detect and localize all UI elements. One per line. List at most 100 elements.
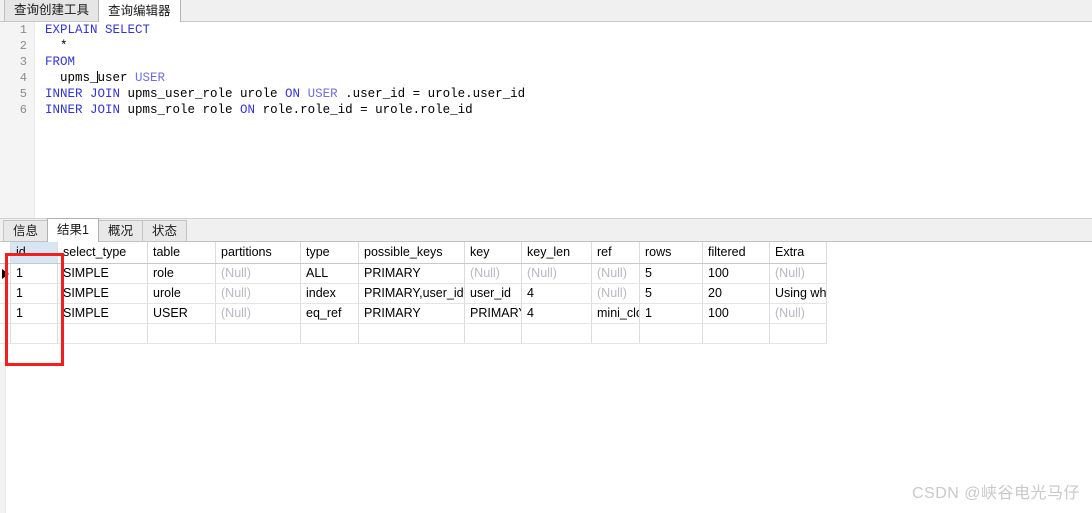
left-rail (0, 362, 6, 513)
editor-tab-bar: 查询创建工具 查询编辑器 (0, 0, 1092, 22)
cell-ref[interactable]: mini_clouds.urole.user_id (591, 303, 640, 324)
cell-empty (300, 323, 359, 344)
editor-tab-1[interactable]: 查询编辑器 (98, 0, 181, 22)
cell-empty (147, 323, 216, 344)
column-header-Extra[interactable]: Extra (769, 242, 827, 264)
sql-token: INNER JOIN (45, 103, 121, 117)
table-header: id select_type table partitions type possible… (0, 242, 827, 264)
column-header-partitions[interactable]: partitions (215, 242, 301, 264)
cell-rows[interactable]: 5 (639, 283, 703, 304)
lower-empty-pane: CSDN @峡谷电光马仔 (0, 362, 1092, 513)
cell-table[interactable]: USER (147, 303, 216, 324)
cell-Extra[interactable]: Using where (769, 283, 827, 304)
line-number: 2 (19, 39, 27, 53)
cell-empty (10, 323, 58, 344)
column-header-select_type[interactable]: select_type (57, 242, 148, 264)
sql-token: ON (285, 87, 301, 101)
sql-token: .user_id = urole.user_id (337, 87, 526, 101)
cell-id[interactable]: 1 (10, 283, 58, 304)
cell-id[interactable]: 1 (10, 303, 58, 324)
cell-key_len[interactable]: 4 (521, 303, 592, 324)
result-tab-3[interactable]: 状态 (141, 220, 187, 241)
result-grid-container[interactable]: id select_type table partitions type possible… (0, 242, 1092, 362)
header-row: id select_type table partitions type possible… (0, 242, 827, 264)
sql-token: FROM (45, 55, 76, 69)
cell-table[interactable]: urole (147, 283, 216, 304)
cell-empty (215, 323, 301, 344)
cell-rows[interactable]: 1 (639, 303, 703, 324)
cell-select_type[interactable]: SIMPLE (57, 263, 148, 284)
row-marker-header (0, 242, 11, 264)
cell-ref[interactable]: (Null) (591, 283, 640, 304)
column-header-ref[interactable]: ref (591, 242, 640, 264)
cell-key_len[interactable]: 4 (521, 283, 592, 304)
column-header-rows[interactable]: rows (639, 242, 703, 264)
editor-tab-0[interactable]: 查询创建工具 (4, 0, 100, 21)
cell-partitions[interactable]: (Null) (215, 283, 301, 304)
cell-key[interactable]: (Null) (464, 263, 522, 284)
cell-type[interactable]: eq_ref (300, 303, 359, 324)
cell-ref[interactable]: (Null) (591, 263, 640, 284)
sql-token: USER (307, 87, 338, 101)
sql-line[interactable]: INNER JOIN upms_role role ON role.role_i… (45, 102, 1092, 118)
line-number-gutter: 1 2 3 4 5 6 (0, 22, 35, 218)
sql-line[interactable]: EXPLAIN SELECT (45, 22, 1092, 38)
cell-filtered[interactable]: 20 (702, 283, 770, 304)
sql-token: ON (240, 103, 256, 117)
cell-key[interactable]: user_id (464, 283, 522, 304)
sql-line[interactable]: INNER JOIN upms_user_role urole ON USER … (45, 86, 1092, 102)
column-header-table[interactable]: table (147, 242, 216, 264)
cell-possible_keys[interactable]: PRIMARY (358, 303, 465, 324)
sql-line[interactable]: * (45, 38, 1092, 54)
cell-empty (464, 323, 522, 344)
sql-code-area[interactable]: EXPLAIN SELECT * FROM upms_user USER INNER… (34, 22, 1092, 118)
line-number: 4 (19, 71, 27, 85)
cell-select_type[interactable]: SIMPLE (57, 283, 148, 304)
result-tab-2[interactable]: 概况 (97, 220, 143, 241)
result-tab-0[interactable]: 信息 (3, 220, 49, 241)
row-marker[interactable] (0, 263, 11, 284)
result-tab-1[interactable]: 结果1 (47, 218, 99, 242)
cell-id[interactable]: 1 (10, 263, 58, 284)
sql-line[interactable]: upms_user USER (45, 70, 1092, 86)
cell-type[interactable]: index (300, 283, 359, 304)
column-header-id[interactable]: id (10, 242, 58, 264)
cell-partitions[interactable]: (Null) (215, 303, 301, 324)
table-row[interactable]: 1 SIMPLE USER (Null) eq_ref PRIMARY PRIMARY 4 mi… (0, 303, 827, 324)
cell-key_len[interactable]: (Null) (521, 263, 592, 284)
cell-select_type[interactable]: SIMPLE (57, 303, 148, 324)
table-row[interactable]: 1 SIMPLE role (Null) ALL PRIMARY (Null) (Null)(… (0, 263, 827, 284)
sql-line[interactable]: FROM (45, 54, 1092, 70)
line-number: 3 (19, 55, 27, 69)
column-header-key_len[interactable]: key_len (521, 242, 592, 264)
explain-result-table[interactable]: id select_type table partitions type possible… (0, 242, 827, 344)
line-number: 1 (19, 23, 27, 37)
cell-partitions[interactable]: (Null) (215, 263, 301, 284)
column-header-type[interactable]: type (300, 242, 359, 264)
cell-filtered[interactable]: 100 (702, 303, 770, 324)
cell-empty (769, 323, 827, 344)
row-marker (0, 323, 11, 344)
row-marker[interactable] (0, 283, 11, 304)
cell-rows[interactable]: 5 (639, 263, 703, 284)
cell-filtered[interactable]: 100 (702, 263, 770, 284)
table-body[interactable]: 1 SIMPLE role (Null) ALL PRIMARY (Null) (Null)(… (0, 263, 827, 344)
current-row-arrow-icon (2, 268, 9, 279)
sql-editor[interactable]: 1 2 3 4 5 6 EXPLAIN SELECT * FROM upms_user US… (0, 22, 1092, 219)
cell-type[interactable]: ALL (300, 263, 359, 284)
cell-empty (521, 323, 592, 344)
cell-key[interactable]: PRIMARY (464, 303, 522, 324)
column-header-possible_keys[interactable]: possible_keys (358, 242, 465, 264)
row-marker[interactable] (0, 303, 11, 324)
cell-possible_keys[interactable]: PRIMARY,user_id (358, 283, 465, 304)
cell-empty (358, 323, 465, 344)
column-header-key[interactable]: key (464, 242, 522, 264)
cell-Extra[interactable]: (Null) (769, 263, 827, 284)
cell-possible_keys[interactable]: PRIMARY (358, 263, 465, 284)
cell-table[interactable]: role (147, 263, 216, 284)
cell-empty (639, 323, 703, 344)
table-row[interactable]: 1 SIMPLE urole (Null) index PRIMARY,user_id us… (0, 283, 827, 304)
column-header-filtered[interactable]: filtered (702, 242, 770, 264)
cell-Extra[interactable]: (Null) (769, 303, 827, 324)
